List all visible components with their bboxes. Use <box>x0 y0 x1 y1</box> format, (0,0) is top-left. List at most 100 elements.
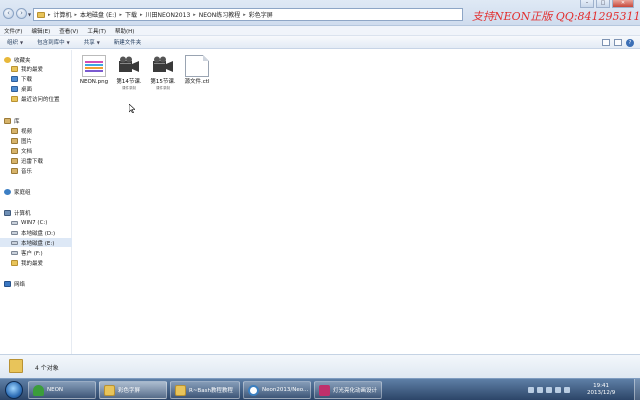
mouse-cursor-icon <box>128 103 136 115</box>
nav-fav-item[interactable]: 我的最爱 <box>0 64 72 73</box>
nav-fav-item[interactable]: 下载 <box>0 74 72 83</box>
tray-icon[interactable] <box>546 387 552 393</box>
nav-fav-item[interactable]: 最近访问的位置 <box>0 94 72 103</box>
nav-label: 收藏夹 <box>14 57 31 64</box>
chevron-right-icon[interactable]: ▸ <box>119 12 122 18</box>
menu-file[interactable]: 文件(F) <box>4 27 22 35</box>
nav-favorites[interactable]: 收藏夹 <box>0 55 72 64</box>
chevron-right-icon[interactable]: ▸ <box>243 12 246 18</box>
menu-view[interactable]: 查看(V) <box>59 27 78 35</box>
nav-drive[interactable]: 客户 (F:) <box>0 248 72 257</box>
nav-fav-item[interactable]: 桌面 <box>0 84 72 93</box>
thumb-line <box>85 69 103 72</box>
menu-help[interactable]: 帮助(H) <box>115 27 134 35</box>
breadcrumb-downloads[interactable]: 下载 <box>125 10 137 19</box>
file-name: 源文件.ctl <box>184 79 210 85</box>
include-in-library-button[interactable]: 包含到库中 ▼ <box>37 38 70 47</box>
nav-label: 本地磁盘 (D:) <box>21 230 56 237</box>
taskbar-item[interactable]: NEON <box>28 381 96 399</box>
taskbar-label: 灯光亮化动画设计 <box>333 388 378 394</box>
chevron-down-icon: ▼ <box>66 39 70 45</box>
preview-pane-icon[interactable] <box>614 39 622 46</box>
menu-tools[interactable]: 工具(T) <box>87 27 106 35</box>
close-button[interactable]: ✕ <box>612 0 634 8</box>
file-subtitle: 课件录制 <box>122 86 136 90</box>
nav-network[interactable]: 网络 <box>0 279 72 288</box>
desktop-icon <box>11 85 18 92</box>
address-bar[interactable]: ▸ 计算机 ▸ 本地磁盘 (E:) ▸ 下载 ▸ 川田NEON2013 ▸ NE… <box>33 8 463 21</box>
history-dropdown-icon[interactable]: ▼ <box>28 12 32 17</box>
breadcrumb-drive-e[interactable]: 本地磁盘 (E:) <box>80 10 116 19</box>
recent-places-icon <box>11 95 18 102</box>
nav-label: 网络 <box>14 281 26 288</box>
nav-label: 客户 (F:) <box>21 250 43 257</box>
taskbar-label: R~Bash教程教程 <box>189 388 233 394</box>
tray-icon[interactable] <box>555 387 561 393</box>
breadcrumb-current[interactable]: 彩色字屏 <box>249 10 273 19</box>
clock[interactable]: 19:41 2013/12/9 <box>587 383 615 397</box>
clock-date: 2013/12/9 <box>587 390 616 396</box>
taskbar-item[interactable]: R~Bash教程教程 <box>170 381 240 399</box>
nav-homegroup[interactable]: 家庭组 <box>0 187 72 196</box>
organize-button[interactable]: 组织 ▼ <box>7 38 23 47</box>
back-button[interactable]: ‹ <box>3 8 14 19</box>
nav-libraries[interactable]: 库 <box>0 116 72 125</box>
file-item[interactable]: 第15节课. 课件录制 <box>147 55 179 91</box>
taskbar-item[interactable]: 灯光亮化动画设计 <box>314 381 382 399</box>
library-icon <box>4 117 11 124</box>
app-icon <box>319 384 330 396</box>
file-item[interactable]: 源文件.ctl <box>181 55 213 86</box>
system-tray: 19:41 2013/12/9 <box>522 379 640 400</box>
nav-lib-item[interactable]: 视频 <box>0 126 72 135</box>
nav-drive[interactable]: 我的最爱 <box>0 258 72 267</box>
share-button[interactable]: 共享 ▼ <box>84 38 100 47</box>
watermark-text: 支持NEON正版 QQ:841295311 <box>472 10 640 23</box>
nav-lib-item[interactable]: 图片 <box>0 136 72 145</box>
nav-drive-selected[interactable]: 本地磁盘 (E:) <box>0 238 72 247</box>
breadcrumb-neon2013[interactable]: 川田NEON2013 <box>146 10 191 19</box>
taskbar-item-active[interactable]: 彩色字屏 <box>99 381 167 399</box>
command-bar: 组织 ▼ 包含到库中 ▼ 共享 ▼ 新建文件夹 ? <box>0 36 640 49</box>
homegroup-icon <box>4 188 11 195</box>
chevron-right-icon[interactable]: ▸ <box>140 12 143 18</box>
nav-label: 图片 <box>21 138 33 145</box>
s-icon <box>248 384 259 396</box>
view-options-icon[interactable] <box>602 39 610 46</box>
nav-lib-item[interactable]: 音乐 <box>0 166 72 175</box>
nav-computer[interactable]: 计算机 <box>0 208 72 217</box>
start-button[interactable] <box>5 381 23 399</box>
breadcrumb-tutorial[interactable]: NEON练习教程 <box>199 10 241 19</box>
file-subtitle: 课件录制 <box>156 86 170 90</box>
drive-icon <box>11 240 18 245</box>
minimize-button[interactable]: – <box>580 0 594 8</box>
forward-button[interactable]: › <box>16 8 27 19</box>
volume-icon[interactable] <box>564 387 570 393</box>
chevron-down-icon: ▼ <box>96 39 100 45</box>
file-item[interactable]: NEON.png <box>78 55 110 86</box>
tree-icon <box>33 384 44 396</box>
nav-drive[interactable]: WIN7 (C:) <box>0 218 72 227</box>
chevron-right-icon[interactable]: ▸ <box>75 12 78 18</box>
drive-icon <box>11 220 18 225</box>
show-desktop-button[interactable] <box>634 379 640 400</box>
tray-icon[interactable] <box>537 387 543 393</box>
nav-label: 我的最爱 <box>21 66 44 73</box>
maximize-button[interactable]: □ <box>596 0 610 8</box>
video-icon <box>11 127 18 134</box>
file-name: 第15节课. <box>150 79 176 85</box>
new-folder-button[interactable]: 新建文件夹 <box>114 38 142 46</box>
folder-icon <box>104 384 115 396</box>
file-list[interactable]: NEON.png 第14节课. 课件录制 第15节课. 课件录制 源文件.ctl <box>73 50 640 354</box>
breadcrumb-computer[interactable]: 计算机 <box>54 10 72 19</box>
help-icon[interactable]: ? <box>626 39 634 47</box>
menu-edit[interactable]: 编辑(E) <box>31 27 50 35</box>
menu-bar: 文件(F) 编辑(E) 查看(V) 工具(T) 帮助(H) <box>0 26 640 36</box>
taskbar-item[interactable]: Neon2013/Neo... <box>243 381 311 399</box>
chevron-right-icon[interactable]: ▸ <box>193 12 196 18</box>
tray-icon[interactable] <box>528 387 534 393</box>
nav-drive[interactable]: 本地磁盘 (D:) <box>0 228 72 237</box>
folder-icon <box>11 65 18 72</box>
file-item[interactable]: 第14节课. 课件录制 <box>113 55 145 91</box>
nav-lib-item[interactable]: 文档 <box>0 146 72 155</box>
nav-lib-item[interactable]: 迅雷下载 <box>0 156 72 165</box>
